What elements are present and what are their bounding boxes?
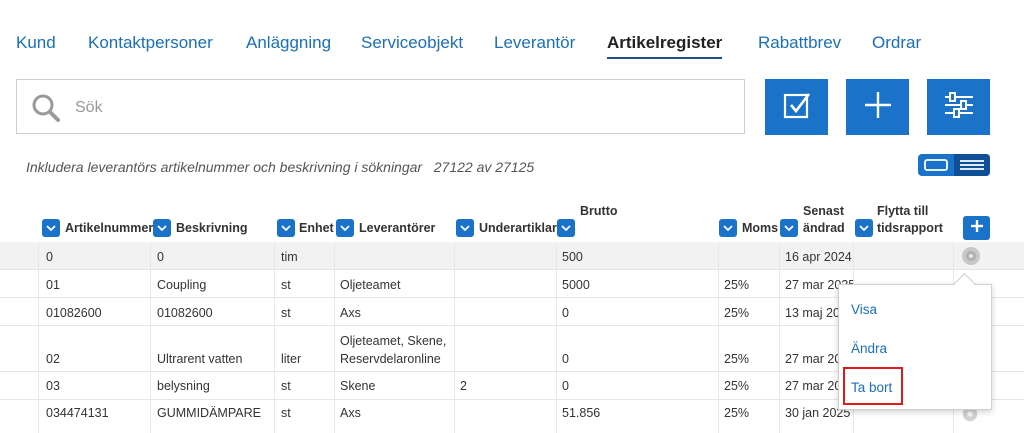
tab-kund[interactable]: Kund (16, 33, 56, 53)
col-flytta-line1: Flytta till (877, 204, 929, 218)
sort-artikelnummer-toggle[interactable] (42, 219, 60, 237)
cell-artikelnummer: 0 (46, 250, 53, 264)
cell-moms: 25% (724, 379, 750, 393)
tab-bar: Kund Kontaktpersoner Anläggning Serviceo… (0, 0, 1024, 60)
search-box (16, 79, 745, 134)
column-divider (274, 242, 275, 433)
cell-beskrivning: 0 (157, 250, 164, 264)
sort-leverantorer-toggle[interactable] (336, 219, 354, 237)
checkbox-icon (782, 90, 812, 125)
tab-artikelregister[interactable]: Artikelregister (607, 33, 723, 59)
cell-beskrivning: GUMMIDÄMPARE (157, 406, 261, 420)
cell-brutto: 500 (562, 250, 583, 264)
sliders-icon (943, 90, 975, 125)
cell-leverantorer: Skene (340, 379, 376, 393)
cell-brutto: 51.856 (562, 406, 601, 420)
sort-beskrivning-toggle[interactable] (153, 219, 171, 237)
cell-senast-andrad: 16 apr 2024 (785, 250, 852, 264)
sort-flytta-toggle[interactable] (855, 219, 873, 237)
row-action-menu: Visa Ändra Ta bort (838, 272, 992, 410)
cell-enhet: tim (281, 250, 298, 264)
cell-underartiklar: 2 (460, 379, 467, 393)
search-input[interactable] (73, 94, 717, 122)
sort-moms-toggle[interactable] (719, 219, 737, 237)
cell-artikelnummer: 034474131 (46, 406, 109, 420)
tab-kontaktpersoner[interactable]: Kontaktpersoner (88, 33, 213, 53)
search-icon (31, 93, 61, 128)
col-beskrivning: Beskrivning (176, 221, 248, 235)
col-artikelnummer: Artikelnummer (65, 221, 154, 235)
column-divider (150, 242, 151, 433)
cell-moms: 25% (724, 278, 750, 292)
cell-artikelnummer: 01 (46, 278, 60, 292)
column-divider (334, 242, 335, 433)
cell-moms: 25% (724, 306, 750, 320)
cell-brutto: 0 (562, 352, 569, 366)
view-toggle (918, 154, 990, 176)
card-view-toggle[interactable] (918, 154, 954, 176)
sort-brutto-toggle[interactable] (557, 219, 575, 237)
cell-enhet: st (281, 379, 291, 393)
column-divider (38, 242, 39, 433)
cell-moms: 25% (724, 406, 750, 420)
column-divider (718, 242, 719, 433)
plus-icon (970, 219, 984, 238)
sort-enhet-toggle[interactable] (277, 219, 295, 237)
col-moms: Moms (742, 221, 779, 235)
cell-leverantorer: Axs (340, 306, 361, 320)
cell-brutto: 0 (562, 306, 569, 320)
sort-underartiklar-toggle[interactable] (456, 219, 474, 237)
cell-leverantorer: Oljeteamet (340, 278, 401, 292)
cell-brutto: 5000 (562, 278, 590, 292)
column-divider (556, 242, 557, 433)
cell-beskrivning: 01082600 (157, 306, 213, 320)
col-brutto: Brutto (580, 204, 618, 218)
cell-artikelnummer: 01082600 (46, 306, 102, 320)
cell-beskrivning: Coupling (157, 278, 207, 292)
result-count: 27122 av 27125 (433, 159, 535, 175)
tab-serviceobjekt[interactable]: Serviceobjekt (361, 33, 463, 53)
col-underartiklar: Underartiklar (479, 221, 557, 235)
menu-item-visa[interactable]: Visa (851, 302, 877, 317)
col-flytta-line2: tidsrapport (877, 221, 943, 235)
cell-artikelnummer: 03 (46, 379, 60, 393)
cell-enhet: st (281, 306, 291, 320)
cell-artikelnummer: 02 (46, 352, 60, 366)
cell-enhet: st (281, 278, 291, 292)
add-column-button[interactable] (963, 216, 990, 240)
col-enhet: Enhet (299, 221, 334, 235)
select-button[interactable] (765, 79, 828, 135)
cell-moms: 25% (724, 352, 750, 366)
search-info: Inkludera leverantörs artikelnummer och … (26, 159, 534, 175)
tab-rabattbrev[interactable]: Rabattbrev (758, 33, 841, 53)
col-leverantorer: Leverantörer (359, 221, 436, 235)
col-senast-line2: ändrad (803, 221, 845, 235)
list-view-toggle[interactable] (954, 154, 990, 176)
cell-brutto: 0 (562, 379, 569, 393)
cell-enhet: st (281, 406, 291, 420)
add-article-button[interactable] (846, 79, 909, 135)
cell-beskrivning: belysning (157, 379, 210, 393)
table-row[interactable]: 0 0 tim 500 16 apr 2024 (0, 242, 1024, 270)
col-senast-line1: Senast (803, 204, 844, 218)
cell-leverantorer-line1: Oljeteamet, Skene, (340, 334, 447, 348)
tab-leverantor[interactable]: Leverantör (494, 33, 575, 53)
menu-item-ta-bort[interactable]: Ta bort (851, 380, 892, 395)
cell-leverantorer-line2: Reservdelaronline (340, 352, 441, 366)
gear-icon[interactable] (961, 246, 981, 266)
tab-ordrar[interactable]: Ordrar (872, 33, 921, 53)
menu-item-andra[interactable]: Ändra (851, 341, 887, 356)
search-info-text: Inkludera leverantörs artikelnummer och … (26, 159, 423, 175)
cell-beskrivning: Ultrarent vatten (157, 352, 243, 366)
cell-leverantorer: Axs (340, 406, 361, 420)
plus-icon (863, 90, 893, 125)
column-divider (454, 242, 455, 433)
sort-senast-toggle[interactable] (780, 219, 798, 237)
column-divider (779, 242, 780, 433)
filter-settings-button[interactable] (927, 79, 990, 135)
cell-enhet: liter (281, 352, 302, 366)
tab-anlaggning[interactable]: Anläggning (246, 33, 331, 53)
